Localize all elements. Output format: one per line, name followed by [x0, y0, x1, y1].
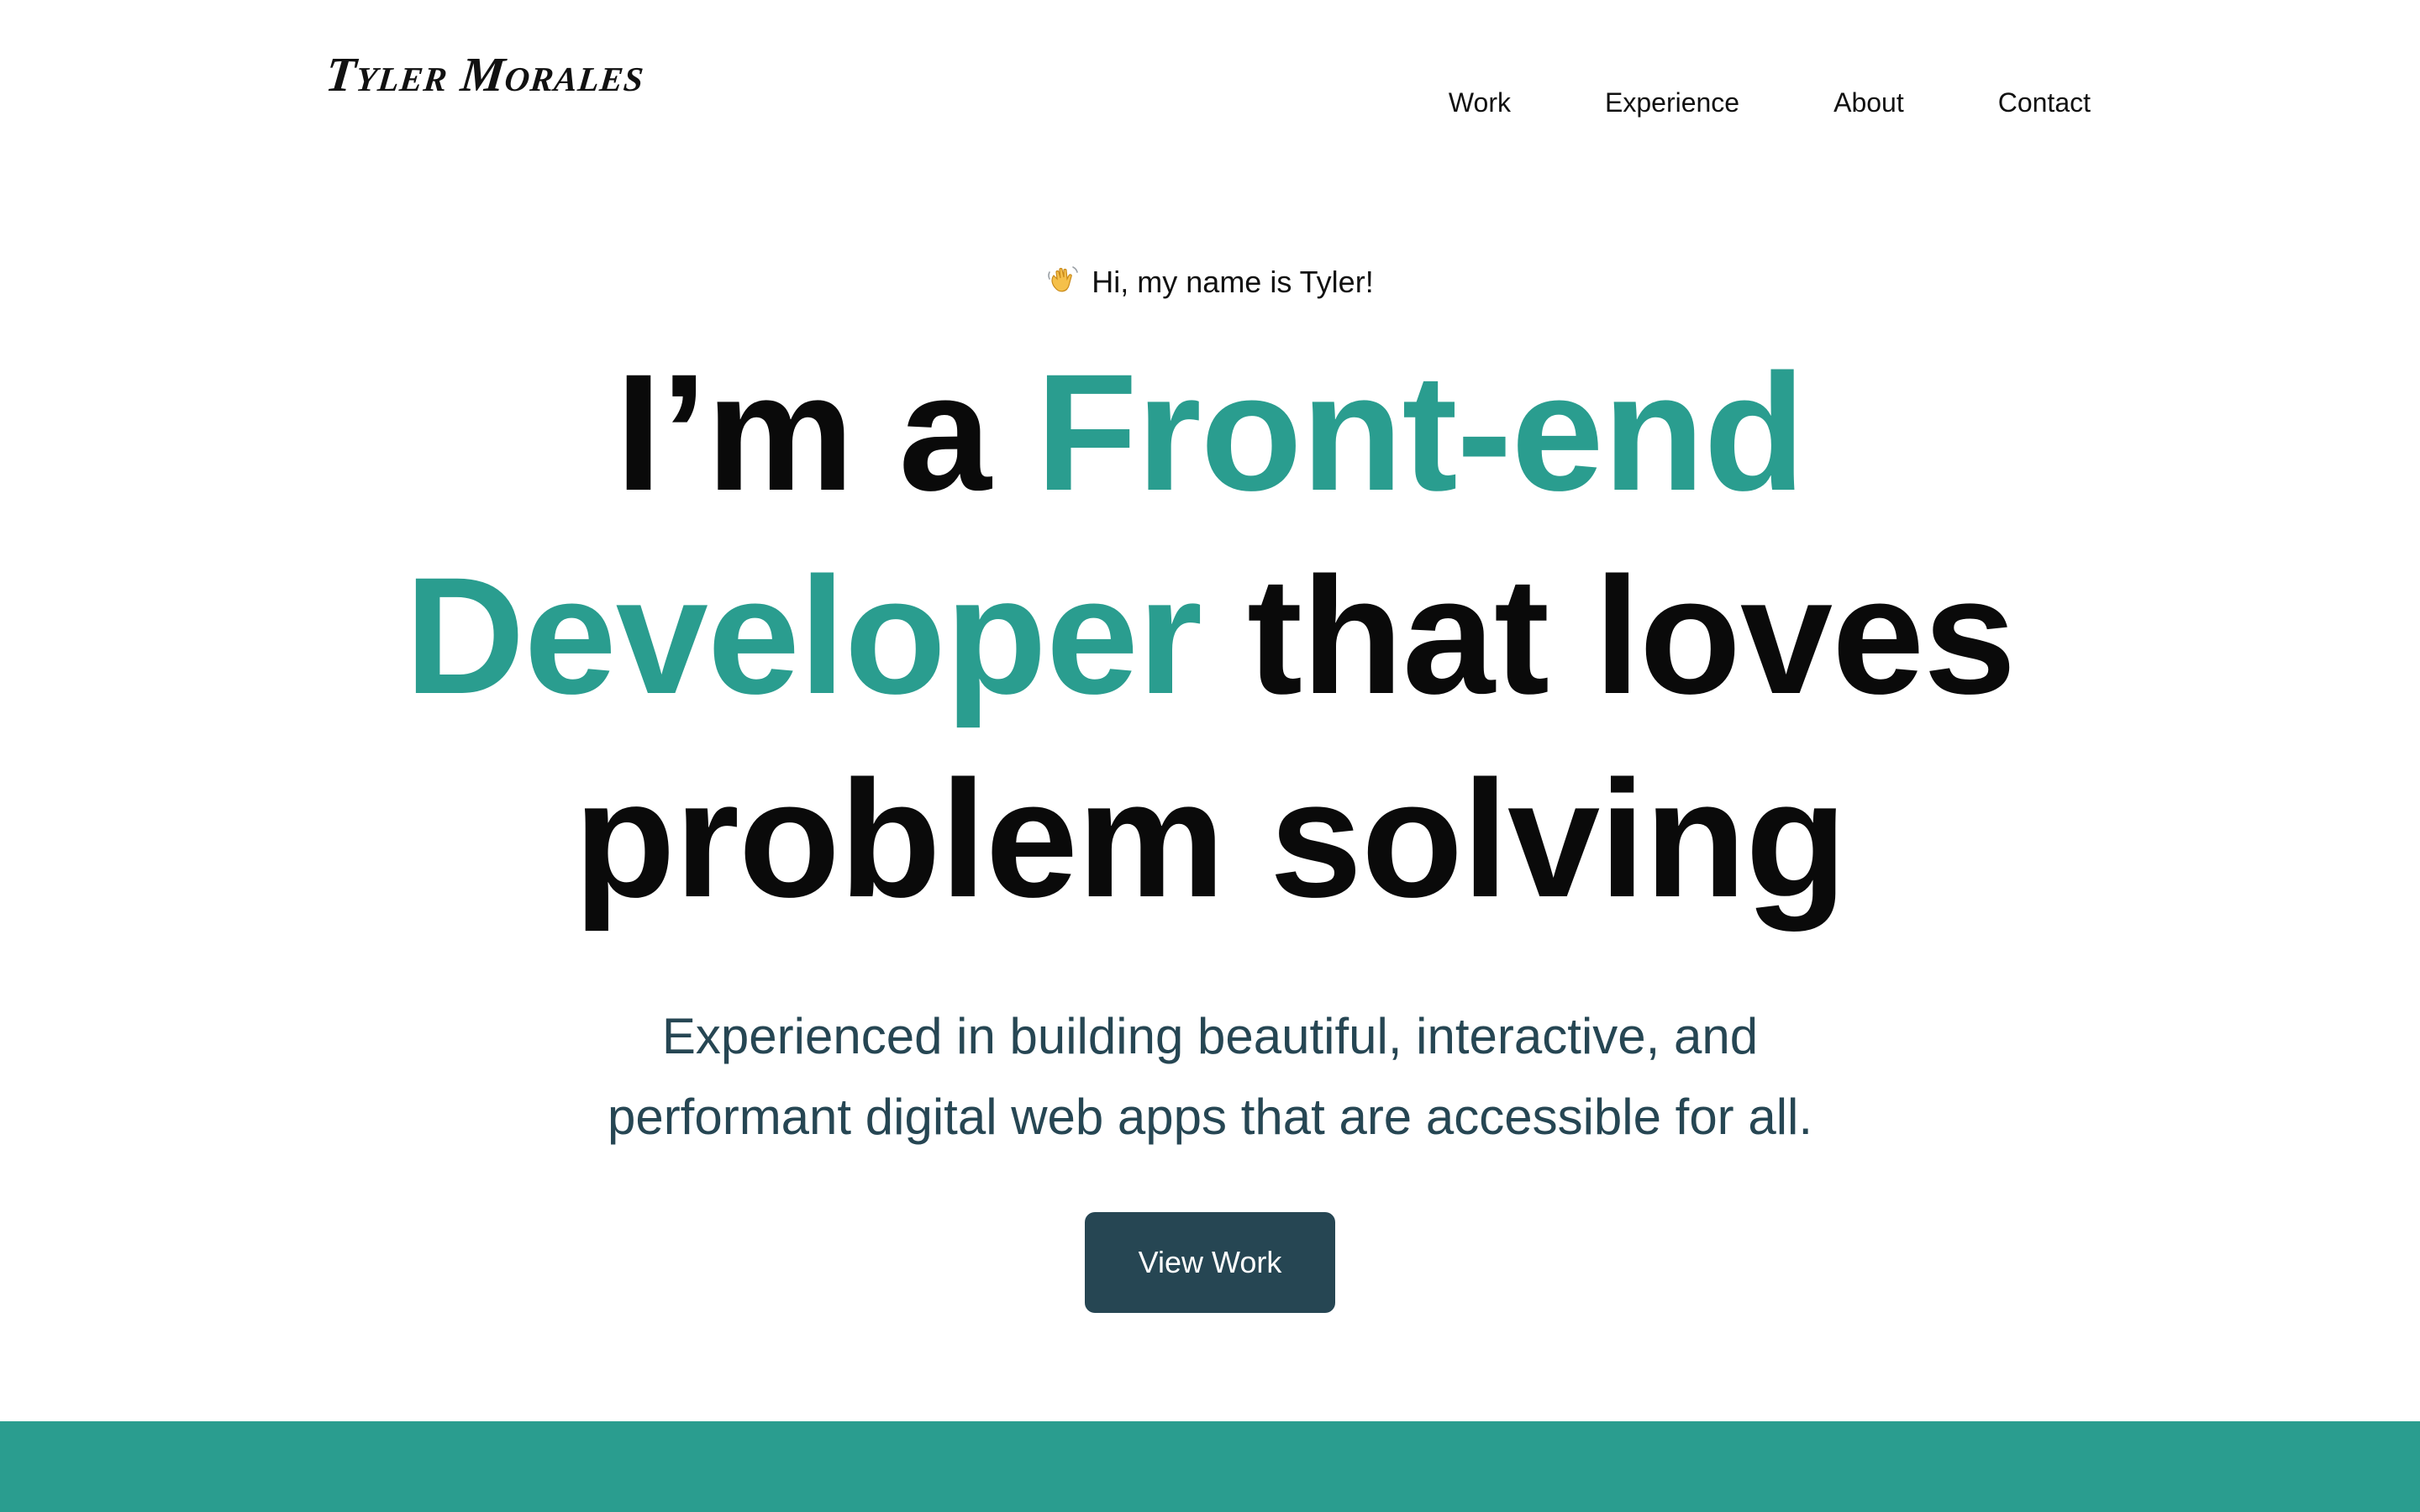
main-nav: Work Experience About Contact	[1449, 84, 2091, 121]
accent-band	[0, 1421, 2420, 1512]
headline-line-2: Developer that loves	[0, 534, 2420, 738]
view-work-button[interactable]: View Work	[1085, 1212, 1335, 1313]
nav-link-about[interactable]: About	[1833, 87, 1904, 118]
subtitle-line-2: performant digital web apps that are acc…	[607, 1089, 1813, 1145]
site-logo[interactable]: Tyler Morales	[324, 47, 648, 102]
greeting: Hi, my name is Tyler!	[0, 260, 2420, 304]
hero-subtitle: Experienced in building beautiful, inter…	[0, 996, 2420, 1158]
page: Tyler Morales Work Experience About Cont…	[0, 0, 2420, 1512]
headline-line-3: problem solving	[0, 738, 2420, 941]
headline-line-1: I’m a Front-end	[0, 331, 2420, 534]
nav-link-contact[interactable]: Contact	[1998, 87, 2091, 118]
headline-text: that loves	[1202, 543, 2016, 728]
headline-text: I’m a	[615, 339, 1036, 525]
headline-text: problem solving	[573, 746, 1847, 932]
nav-link-work[interactable]: Work	[1449, 87, 1511, 118]
subtitle-line-1: Experienced in building beautiful, inter…	[661, 1008, 1759, 1064]
headline-accent: Developer	[404, 543, 1202, 728]
waving-hand-icon	[1048, 266, 1079, 292]
greeting-text: Hi, my name is Tyler!	[1092, 265, 1374, 299]
headline-accent: Front-end	[1035, 339, 1806, 525]
nav-link-experience[interactable]: Experience	[1605, 87, 1739, 118]
hero-headline: I’m a Front-end Developer that loves pro…	[0, 331, 2420, 941]
